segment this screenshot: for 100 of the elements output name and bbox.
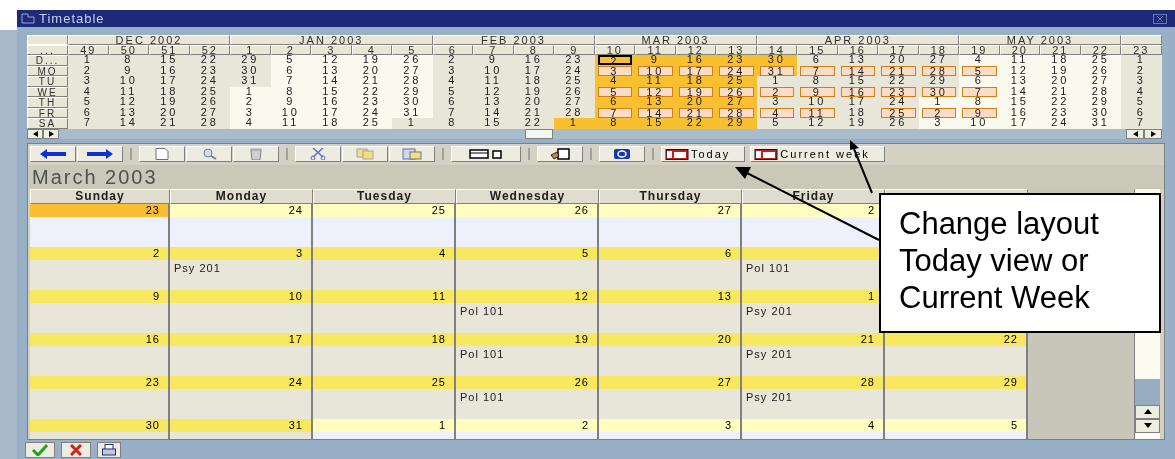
- calendar-day[interactable]: 5: [597, 86, 632, 97]
- event-label[interactable]: Psy 201: [746, 347, 793, 360]
- appointment-button[interactable]: [537, 146, 583, 162]
- week-number[interactable]: 51: [149, 45, 190, 55]
- toolbar-button[interactable]: Today: [661, 146, 746, 162]
- corner-label: ...: [27, 45, 68, 55]
- calendar-day[interactable]: 2: [921, 107, 956, 118]
- layout-icon: [469, 149, 503, 159]
- calendar-day[interactable]: 31: [759, 65, 794, 76]
- calendar-day[interactable]: 4: [759, 107, 794, 118]
- week-number[interactable]: 13: [716, 45, 757, 55]
- calendar-day[interactable]: 2: [759, 86, 794, 97]
- day-number: 17: [288, 332, 303, 345]
- scroll-left-button[interactable]: [27, 128, 43, 139]
- copy-button[interactable]: [342, 146, 388, 162]
- calendar-day[interactable]: 25: [881, 107, 916, 118]
- event-label[interactable]: Psy 201: [746, 304, 793, 317]
- create-button[interactable]: [139, 146, 185, 162]
- week-number[interactable]: 17: [878, 45, 919, 55]
- week-number[interactable]: 1: [230, 45, 271, 55]
- calendar-day[interactable]: 10: [638, 65, 673, 76]
- document-icon: [155, 148, 169, 160]
- day-number: 28: [860, 375, 875, 388]
- day-area[interactable]: Psy 201: [742, 345, 883, 376]
- calendar-day[interactable]: 19: [678, 86, 713, 97]
- week-number[interactable]: 2: [270, 45, 311, 55]
- week-number[interactable]: 6: [432, 45, 473, 55]
- calendar-day[interactable]: 17: [678, 65, 713, 76]
- up-arrow-icon: [1143, 409, 1152, 414]
- clipboard-icon: [402, 148, 422, 160]
- week-number[interactable]: 19: [959, 45, 1000, 55]
- day-area[interactable]: Psy 201: [742, 388, 883, 419]
- forward-button[interactable]: [77, 146, 123, 162]
- calendar-day[interactable]: 9: [962, 107, 997, 118]
- week-number[interactable]: 11: [635, 45, 676, 55]
- calendar-day[interactable]: 7: [597, 107, 632, 118]
- calendar-day[interactable]: 11: [800, 107, 835, 118]
- scroll-right-button[interactable]: [43, 128, 59, 139]
- event-label[interactable]: Psy 201: [746, 390, 793, 403]
- day-number: 1: [867, 289, 875, 302]
- day-area[interactable]: Pol 101: [456, 345, 597, 376]
- calendar-day[interactable]: 21: [881, 65, 916, 76]
- confirm-button[interactable]: [25, 441, 55, 458]
- calendar-day[interactable]: 7: [962, 86, 997, 97]
- calendar-day[interactable]: 9: [800, 86, 835, 97]
- calendar-day[interactable]: 30: [921, 86, 956, 97]
- day-area[interactable]: Pol 101: [456, 388, 597, 419]
- refresh-button[interactable]: [599, 146, 645, 162]
- week-number[interactable]: 15: [797, 45, 838, 55]
- scrollbar[interactable]: [27, 128, 1162, 139]
- cancel-button[interactable]: [61, 441, 91, 458]
- calendar-day[interactable]: 14: [638, 107, 673, 118]
- event-label[interactable]: Pol 101: [460, 304, 505, 317]
- paste-button[interactable]: [389, 146, 435, 162]
- event-label[interactable]: Pol 101: [460, 347, 505, 360]
- week-number[interactable]: 49: [68, 45, 109, 55]
- day-number: 9: [152, 289, 160, 302]
- layout-button[interactable]: [451, 146, 521, 162]
- day-label: TH: [27, 97, 68, 108]
- day-label: TU: [27, 76, 68, 87]
- event-label[interactable]: Pol 101: [460, 390, 505, 403]
- cross-icon: [70, 443, 82, 456]
- week-number[interactable]: 4: [351, 45, 392, 55]
- calendar-day[interactable]: 24: [719, 65, 754, 76]
- scroll-left-button[interactable]: [1126, 128, 1144, 139]
- day-area[interactable]: Pol 101: [456, 302, 597, 333]
- calendar-day[interactable]: 14: [840, 65, 875, 76]
- back-button[interactable]: [30, 146, 76, 162]
- week-number[interactable]: 10: [594, 45, 635, 55]
- calendar-day[interactable]: 28: [921, 65, 956, 76]
- calendar-day[interactable]: 5: [962, 65, 997, 76]
- calendar-day[interactable]: 21: [678, 107, 713, 118]
- calendar-day[interactable]: 23: [881, 86, 916, 97]
- scrollbar-thumb[interactable]: [1135, 378, 1160, 405]
- left-arrow-icon: [32, 130, 38, 137]
- calendar-day[interactable]: 7: [800, 65, 835, 76]
- week-number[interactable]: 21: [1040, 45, 1081, 55]
- scrollbar-thumb[interactable]: [525, 128, 553, 139]
- close-icon[interactable]: [1153, 13, 1167, 24]
- window-title: Timetable: [39, 11, 105, 26]
- event-label[interactable]: Pol 101: [746, 261, 791, 274]
- week-number[interactable]: 3: [311, 45, 352, 55]
- day-number: 13: [717, 289, 732, 302]
- week-number[interactable]: 9: [554, 45, 595, 55]
- delete-button[interactable]: [233, 146, 279, 162]
- calendar-day[interactable]: 12: [638, 86, 673, 97]
- day-area[interactable]: Psy 201: [170, 259, 311, 290]
- scroll-right-button[interactable]: [1144, 128, 1162, 139]
- week-number[interactable]: 23: [1121, 45, 1162, 55]
- calendar-day[interactable]: 16: [840, 86, 875, 97]
- day-number: 31: [288, 418, 303, 431]
- event-label[interactable]: Psy 201: [174, 261, 221, 274]
- calendar-day[interactable]: 28: [719, 107, 754, 118]
- display-button[interactable]: [186, 146, 232, 162]
- cut-button[interactable]: [295, 146, 341, 162]
- print-button[interactable]: [97, 441, 121, 458]
- week-number[interactable]: 5: [392, 45, 433, 55]
- calendar-day[interactable]: 3: [597, 65, 632, 76]
- week-number[interactable]: 7: [473, 45, 514, 55]
- calendar-day[interactable]: 26: [719, 86, 754, 97]
